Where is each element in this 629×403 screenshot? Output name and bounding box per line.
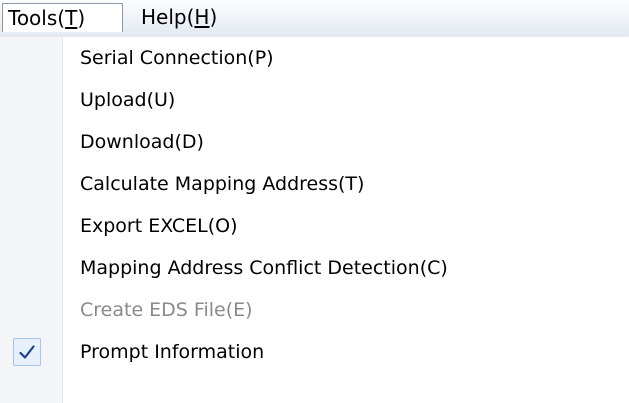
menu-item-download[interactable]: Download(D): [0, 121, 629, 163]
menu-item-label: Prompt Information: [80, 341, 265, 363]
menu-item-label: Upload(U): [80, 89, 176, 111]
menu-item-export-excel[interactable]: Export EXCEL(O): [0, 205, 629, 247]
menu-item-label: Calculate Mapping Address(T): [80, 173, 365, 195]
menu-item-label: Serial Connection(P): [80, 47, 274, 69]
menu-item-mapping-address-conflict-detection[interactable]: Mapping Address Conflict Detection(C): [0, 247, 629, 289]
menu-item-upload[interactable]: Upload(U): [0, 79, 629, 121]
menu-tools-accelerator: T: [65, 6, 78, 30]
menu-item-create-eds-file: Create EDS File(E): [0, 289, 629, 331]
application-window: Tools(T) Help(H) Serial Connection(P) Up…: [0, 0, 629, 403]
menu-item-serial-connection[interactable]: Serial Connection(P): [0, 37, 629, 79]
checkmark-icon: [13, 338, 41, 366]
menu-help-label: Help: [141, 5, 187, 29]
tools-dropdown-menu: Serial Connection(P) Upload(U) Download(…: [0, 37, 629, 403]
menu-item-prompt-information[interactable]: Prompt Information: [0, 331, 629, 373]
menu-item-label: Mapping Address Conflict Detection(C): [80, 257, 448, 279]
menu-bar: Tools(T) Help(H): [0, 0, 629, 38]
menu-tools[interactable]: Tools(T): [2, 3, 123, 32]
menu-help[interactable]: Help(H): [141, 3, 217, 32]
menu-item-label: Download(D): [80, 131, 204, 153]
menu-tools-label: Tools: [8, 6, 58, 30]
menu-item-label: Create EDS File(E): [80, 299, 253, 321]
menu-help-accelerator: H: [194, 5, 210, 29]
menu-item-calculate-mapping-address[interactable]: Calculate Mapping Address(T): [0, 163, 629, 205]
menu-item-label: Export EXCEL(O): [80, 215, 238, 237]
